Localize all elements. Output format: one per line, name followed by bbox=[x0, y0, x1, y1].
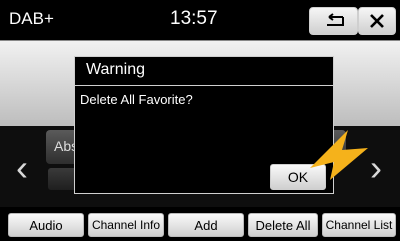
close-button[interactable] bbox=[358, 7, 396, 35]
channel-info-button[interactable]: Channel Info bbox=[88, 213, 164, 237]
add-button[interactable]: Add bbox=[168, 213, 244, 237]
source-title: DAB+ bbox=[9, 9, 54, 28]
back-arrow-icon bbox=[326, 13, 344, 26]
dialog-title: Warning bbox=[86, 61, 145, 78]
pointer-arrow-icon bbox=[310, 130, 368, 180]
channel-list-button[interactable]: Channel List bbox=[322, 213, 396, 237]
previous-arrow-icon[interactable]: ‹ bbox=[16, 150, 28, 186]
clock: 13:57 bbox=[170, 8, 218, 29]
dialog-message: Delete All Favorite? bbox=[80, 92, 193, 107]
next-arrow-icon[interactable]: › bbox=[370, 150, 382, 186]
divider bbox=[0, 40, 400, 41]
close-icon bbox=[370, 14, 384, 28]
back-button[interactable] bbox=[309, 7, 358, 35]
audio-button[interactable]: Audio bbox=[8, 213, 84, 237]
delete-all-button[interactable]: Delete All bbox=[248, 213, 318, 237]
